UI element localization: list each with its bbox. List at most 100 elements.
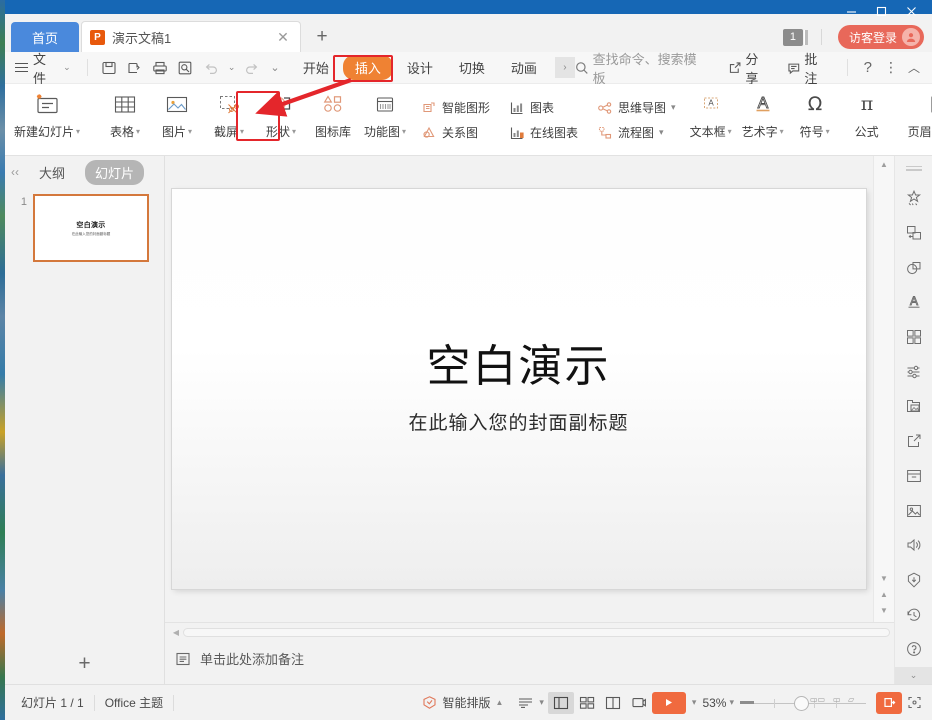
zoom-preset-small-icon[interactable]: ▭▭ bbox=[810, 695, 825, 704]
guest-login-button[interactable]: 访客登录 bbox=[837, 25, 924, 49]
undo-caret-icon[interactable]: ⌄ bbox=[224, 56, 240, 80]
ribbon-tab-insert[interactable]: 插入 bbox=[342, 55, 393, 80]
relationship-diagram-button[interactable]: 关系图 bbox=[414, 121, 496, 144]
icon-library-button[interactable]: 图标库 bbox=[307, 84, 359, 140]
text-box-button[interactable]: A 文本框 ▾ bbox=[685, 84, 737, 140]
reading-view-button[interactable] bbox=[600, 692, 626, 714]
grid-apps-icon[interactable] bbox=[899, 320, 929, 355]
horizontal-scroll-track[interactable] bbox=[183, 627, 890, 637]
table-button[interactable]: 表格 ▾ bbox=[99, 84, 151, 140]
notes-placeholder-row[interactable]: 单击此处添加备注 bbox=[165, 641, 894, 668]
present-from-current-button[interactable] bbox=[876, 691, 902, 714]
smart-layout-button[interactable]: 智能排版 ▲ bbox=[412, 694, 513, 711]
zoom-preset-medium-icon[interactable]: ▭ bbox=[833, 695, 841, 704]
new-tab-button[interactable]: + bbox=[307, 22, 337, 52]
flow-chart-button[interactable]: 流程图 ▾ bbox=[590, 121, 682, 144]
open-docs-count-badge[interactable]: 1 bbox=[782, 28, 808, 46]
presenter-view-button[interactable] bbox=[626, 692, 652, 714]
fit-to-window-button[interactable] bbox=[902, 692, 926, 714]
ribbon-tab-design[interactable]: 设计 bbox=[395, 55, 445, 80]
zoom-slider-handle[interactable] bbox=[794, 695, 809, 711]
new-slide-button[interactable]: 新建幻灯片 ▾ bbox=[5, 84, 89, 140]
picture-insert-icon[interactable] bbox=[899, 493, 929, 528]
zoom-preset-large-icon[interactable]: ▱ bbox=[848, 695, 854, 704]
history-icon[interactable] bbox=[899, 597, 929, 632]
close-icon[interactable] bbox=[896, 0, 926, 22]
share-export-icon[interactable] bbox=[899, 424, 929, 459]
more-tabs-button[interactable]: › bbox=[554, 57, 575, 78]
save-as-icon[interactable] bbox=[121, 56, 147, 80]
scroll-down-icon[interactable]: ▼ bbox=[874, 570, 894, 586]
shape-combine-icon[interactable] bbox=[899, 250, 929, 285]
help-circle-icon[interactable] bbox=[899, 632, 929, 667]
save-icon[interactable] bbox=[96, 56, 122, 80]
previous-slide-icon[interactable]: ▲ bbox=[874, 586, 894, 602]
header-footer-button[interactable]: 页眉和页脚 bbox=[903, 84, 932, 140]
image-library-icon[interactable] bbox=[899, 389, 929, 424]
minimize-icon[interactable] bbox=[836, 0, 866, 22]
scroll-up-icon[interactable]: ▲ bbox=[874, 156, 894, 172]
slide-sorter-button[interactable] bbox=[574, 692, 600, 714]
archive-box-icon[interactable] bbox=[899, 459, 929, 494]
slide-editor[interactable]: 空白演示 在此输入您的封面副标题 bbox=[171, 189, 866, 589]
help-icon[interactable]: ? bbox=[858, 56, 878, 80]
vertical-scrollbar[interactable]: ▲ ▼ ▲ ▼ bbox=[873, 156, 894, 622]
collapse-rail-button[interactable]: ⌄ bbox=[894, 666, 932, 685]
tab-home[interactable]: 首页 bbox=[11, 22, 79, 52]
horizontal-scrollbar[interactable]: ◀ bbox=[165, 623, 894, 641]
close-tab-icon[interactable]: ✕ bbox=[274, 28, 292, 46]
symbol-button[interactable]: Ω 符号 ▾ bbox=[789, 84, 841, 140]
word-art-style-icon[interactable]: A bbox=[899, 285, 929, 320]
share-button[interactable]: 分享 bbox=[721, 52, 778, 86]
shapes-button[interactable]: 形状 ▾ bbox=[255, 84, 307, 140]
search-command-box[interactable]: 查找命令、搜索模板 bbox=[575, 49, 707, 87]
collapse-panel-icon[interactable]: ‹‹ bbox=[11, 165, 19, 179]
ribbon-tab-start[interactable]: 开始 bbox=[291, 55, 341, 80]
file-menu-button[interactable]: 文件 ⌄ bbox=[15, 49, 71, 87]
smart-art-button[interactable]: 智能图形 bbox=[414, 96, 496, 119]
ribbon-tab-transition[interactable]: 切换 bbox=[447, 55, 497, 80]
comment-button[interactable]: 批注 bbox=[780, 52, 837, 86]
badge-icon[interactable] bbox=[899, 563, 929, 598]
maximize-icon[interactable] bbox=[866, 0, 896, 22]
formula-button[interactable]: π 公式 bbox=[841, 84, 893, 140]
theme-label[interactable]: Office 主题 bbox=[95, 694, 173, 711]
collapse-ribbon-icon[interactable]: ︿ bbox=[904, 56, 924, 80]
ribbon-tab-animation[interactable]: 动画 bbox=[499, 55, 549, 80]
word-art-button[interactable]: A 艺术字 ▾ bbox=[737, 84, 789, 140]
print-preview-icon[interactable] bbox=[173, 56, 199, 80]
thumbnail-list-item[interactable]: 1 空白演示 在此输入您的封面副标题 bbox=[5, 194, 164, 262]
chart-button[interactable]: 图表 bbox=[502, 96, 584, 119]
picture-button[interactable]: 图片 ▾ bbox=[151, 84, 203, 140]
redo-icon[interactable] bbox=[240, 56, 266, 80]
mind-map-button[interactable]: 思维导图 ▾ bbox=[590, 96, 682, 119]
start-slideshow-button[interactable] bbox=[651, 691, 686, 714]
print-icon[interactable] bbox=[147, 56, 173, 80]
online-chart-button[interactable]: 在线图表 bbox=[502, 121, 584, 144]
zoom-out-icon[interactable] bbox=[740, 700, 754, 704]
normal-view-button[interactable] bbox=[547, 691, 574, 714]
magic-wand-icon[interactable] bbox=[899, 181, 929, 216]
add-slide-button[interactable]: + bbox=[5, 652, 164, 676]
settings-sliders-icon[interactable] bbox=[899, 354, 929, 389]
panel-tab-slides[interactable]: 幻灯片 bbox=[85, 159, 145, 185]
tab-document-1[interactable]: P 演示文稿1 ✕ bbox=[81, 21, 301, 52]
undo-icon[interactable] bbox=[198, 56, 224, 80]
next-slide-icon[interactable]: ▼ bbox=[874, 602, 894, 618]
zoom-level-button[interactable]: 53% ▾ bbox=[702, 696, 734, 710]
slide-subtitle-text[interactable]: 在此输入您的封面副标题 bbox=[408, 408, 628, 435]
slide-thumbnail-1[interactable]: 空白演示 在此输入您的封面副标题 bbox=[33, 194, 149, 262]
outline-view-button[interactable]: ▾ bbox=[513, 695, 548, 710]
slide-title-text[interactable]: 空白演示 bbox=[427, 342, 611, 391]
slide-count-label[interactable]: 幻灯片 1 / 1 bbox=[11, 694, 94, 711]
zoom-slider[interactable]: ▭▭ ▭ ▱ bbox=[740, 692, 866, 714]
sound-icon[interactable] bbox=[899, 528, 929, 563]
slideshow-options-caret[interactable]: ▾ bbox=[686, 697, 703, 708]
screenshot-button[interactable]: 截屏 ▾ bbox=[203, 84, 255, 140]
customize-quick-access-icon[interactable]: ⌄ bbox=[265, 56, 285, 80]
more-options-icon[interactable]: ⋮ bbox=[880, 56, 902, 80]
scroll-left-icon[interactable]: ◀ bbox=[169, 628, 183, 637]
duplicate-shape-icon[interactable] bbox=[899, 216, 929, 251]
function-chart-button[interactable]: 功能图 ▾ bbox=[359, 84, 411, 140]
panel-tab-outline[interactable]: 大纲 bbox=[29, 160, 75, 185]
